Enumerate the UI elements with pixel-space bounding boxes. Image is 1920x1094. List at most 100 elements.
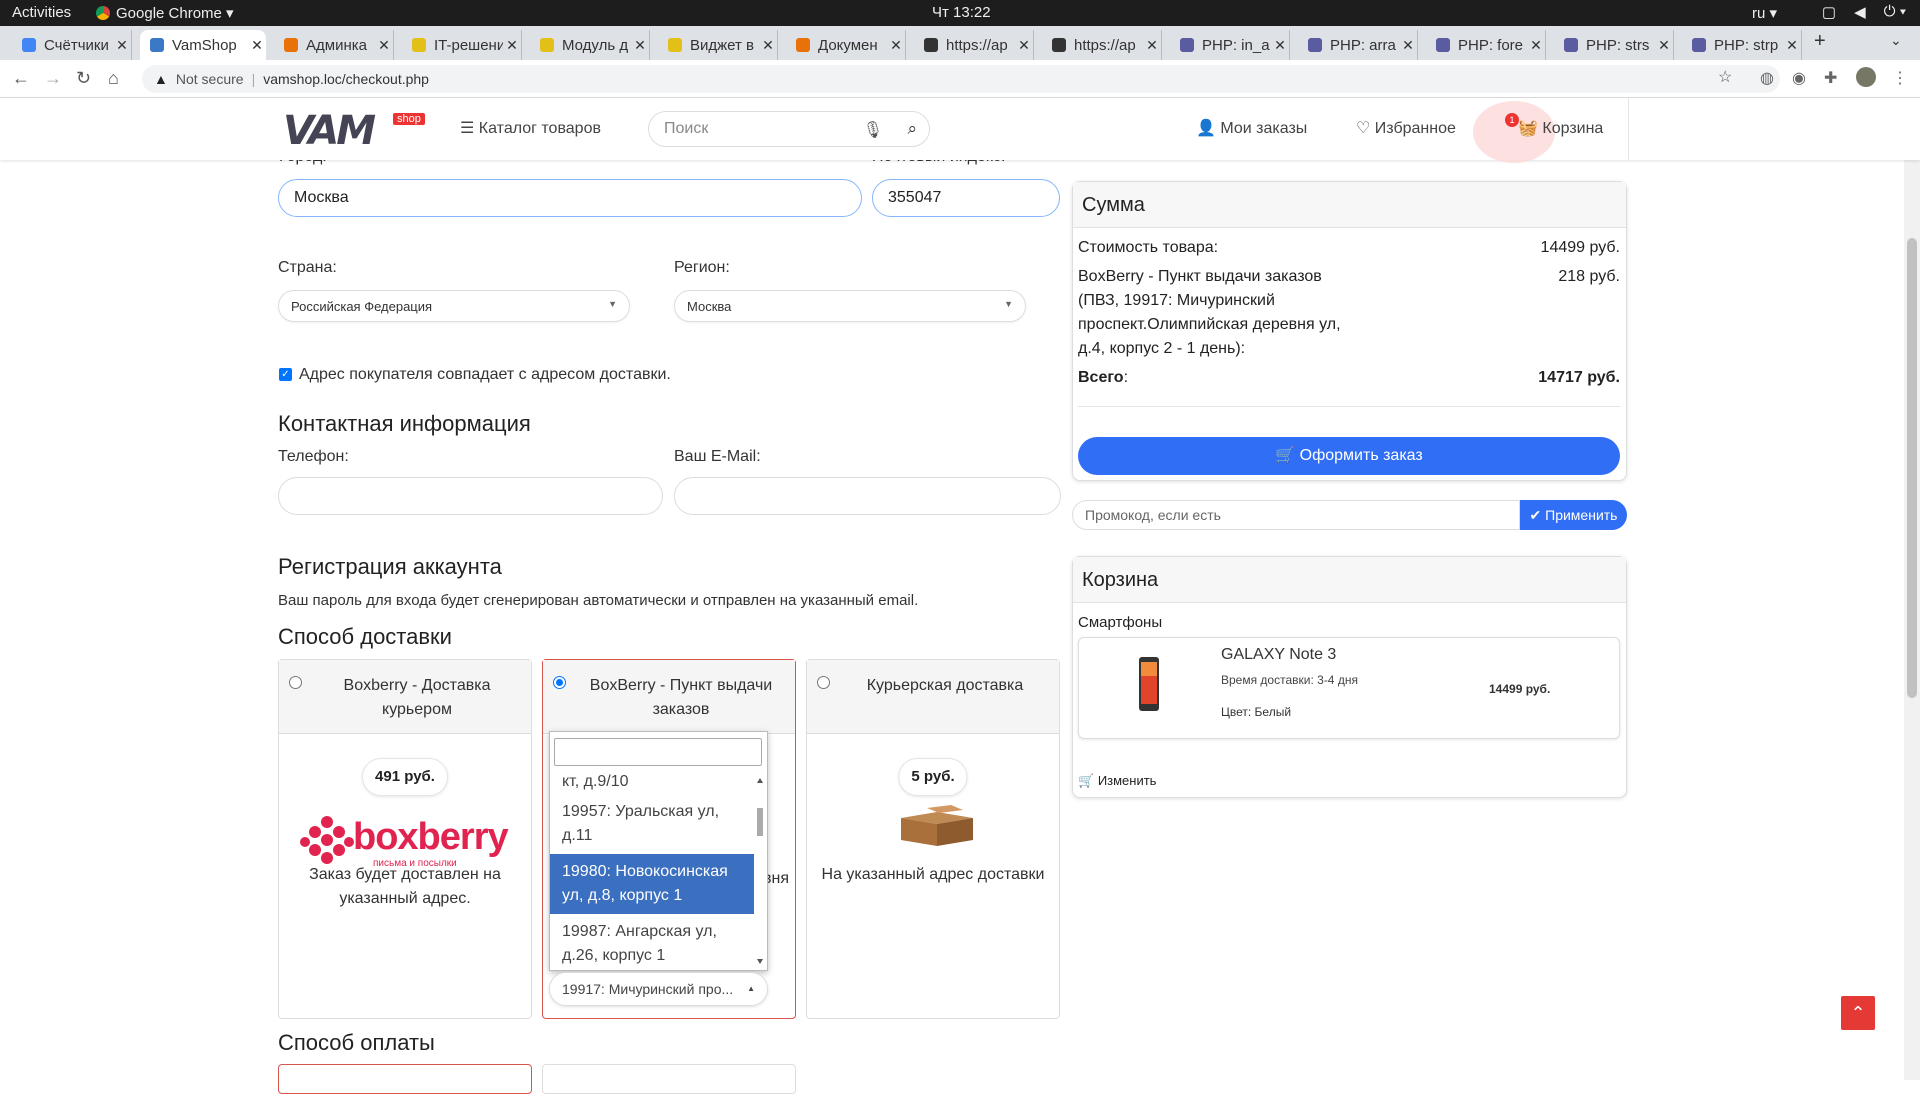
delivery-title: Способ доставки xyxy=(278,624,452,649)
tab-close-icon[interactable]: ✕ xyxy=(1015,37,1033,54)
tab[interactable]: https://ap ✕ xyxy=(1042,30,1162,60)
tab-close-icon[interactable]: ✕ xyxy=(1143,37,1161,54)
logo-text: VAM xyxy=(283,108,376,154)
tab[interactable]: PHP: arra ✕ xyxy=(1298,30,1418,60)
tab-strip: Счётчики✕ VamShop✕ Админка✕ IT-решения✕ Моду… xyxy=(0,26,1920,60)
delivery-option-title: BoxBerry - Пункт выдачи заказов xyxy=(589,677,773,718)
promo-code-input[interactable]: Промокод, если есть xyxy=(1072,500,1520,530)
scrollbar-thumb[interactable] xyxy=(1907,238,1917,698)
site-header: VAM shop ☰ Каталог товаров Поиск 🎙 ⌕ 👤 М… xyxy=(0,98,1920,163)
tab[interactable]: Админка ✕ xyxy=(274,30,394,60)
tab[interactable]: IT-решения✕ xyxy=(402,30,522,60)
scroll-to-top-button[interactable]: ⌃ xyxy=(1841,996,1875,1030)
tab-close-icon[interactable]: ✕ xyxy=(1783,37,1801,54)
tab[interactable]: Счётчики ✕ xyxy=(12,30,132,60)
tab-close-icon[interactable]: ✕ xyxy=(1655,37,1673,54)
user-icon: 👤 xyxy=(1196,120,1216,137)
tab[interactable]: https://ap ✕ xyxy=(914,30,1034,60)
my-orders-link[interactable]: 👤 Мои заказы xyxy=(1196,118,1307,138)
zip-field[interactable]: 355047 xyxy=(872,179,1060,217)
tab-close-icon[interactable]: ✕ xyxy=(1527,37,1545,54)
catalog-button[interactable]: ☰ Каталог товаров xyxy=(460,118,601,138)
phone-field[interactable] xyxy=(278,477,663,515)
app-menu[interactable]: Google Chrome ▾ xyxy=(96,4,234,22)
site-logo[interactable]: VAM shop xyxy=(283,108,433,154)
tab-search-icon[interactable]: ⌄ xyxy=(1890,32,1902,49)
address-bar[interactable]: ▲ Not secure | vamshop.loc/checkout.php xyxy=(142,65,1780,93)
email-field[interactable] xyxy=(674,477,1061,515)
tab-close-icon[interactable]: ✕ xyxy=(631,37,649,54)
search-icon[interactable]: ⌕ xyxy=(907,119,917,139)
microphone-icon[interactable]: 🎙 xyxy=(863,120,883,140)
shipping-label: BoxBerry - Пункт выдачи заказов (ПВЗ, 19… xyxy=(1078,268,1341,357)
tab-favicon-icon xyxy=(1436,38,1450,52)
delivery-radio[interactable] xyxy=(817,676,830,689)
same-address-checkbox[interactable]: ✓ xyxy=(279,368,292,381)
tab-close-icon[interactable]: ✕ xyxy=(248,37,266,54)
place-order-button[interactable]: 🛒 Оформить заказ xyxy=(1078,437,1620,475)
delivery-option-courier[interactable]: Курьерская доставка 5 руб. На указанный … xyxy=(806,659,1060,1019)
tab[interactable]: Виджет в ✕ xyxy=(658,30,778,60)
dropdown-option-highlighted[interactable]: 19980: Новокосинская ул, д.8, корпус 1 xyxy=(550,854,754,914)
tab[interactable]: PHP: strs ✕ xyxy=(1554,30,1674,60)
system-tray[interactable]: ▢ ◀ ⏻ ▾ xyxy=(1822,3,1906,21)
profile-avatar[interactable] xyxy=(1856,67,1876,87)
bookmark-star-icon[interactable]: ☆ xyxy=(1718,67,1732,87)
tab[interactable]: PHP: fore ✕ xyxy=(1426,30,1546,60)
activities-button[interactable]: Activities xyxy=(12,4,71,21)
tab[interactable]: PHP: in_a ✕ xyxy=(1170,30,1290,60)
back-icon[interactable]: ← xyxy=(12,68,30,89)
region-label: Регион: xyxy=(674,259,730,276)
search-input[interactable]: Поиск 🎙 ⌕ xyxy=(648,111,930,147)
total-label: Всего: xyxy=(1078,369,1129,386)
power-icon: ⏻ ▾ xyxy=(1883,3,1906,20)
delivery-radio[interactable] xyxy=(289,676,302,689)
city-field[interactable]: Москва xyxy=(278,179,862,217)
product-name[interactable]: GALAXY Note 3 xyxy=(1221,646,1336,664)
dropdown-search-input[interactable] xyxy=(554,738,762,766)
tab-close-icon[interactable]: ✕ xyxy=(759,37,777,54)
dropdown-option[interactable]: 19957: Уральская ул, д.11 xyxy=(550,794,754,854)
tab-close-icon[interactable]: ✕ xyxy=(113,37,131,54)
dropdown-option[interactable]: 19987: Ангарская ул, д.26, корпус 1 xyxy=(550,914,754,974)
payment-option[interactable] xyxy=(542,1064,796,1094)
tab[interactable]: Докумен ✕ xyxy=(786,30,906,60)
tab[interactable]: Модуль д ✕ xyxy=(530,30,650,60)
delivery-option-title: Курьерская доставка xyxy=(866,677,1024,694)
region-select[interactable]: Москва ▼ xyxy=(674,290,1026,322)
clock[interactable]: Чт 13:22 xyxy=(932,4,991,21)
tab-close-icon[interactable]: ✕ xyxy=(887,37,905,54)
delivery-radio-selected[interactable] xyxy=(553,676,566,689)
tab-close-icon[interactable]: ✕ xyxy=(503,37,521,54)
tab-close-icon[interactable]: ✕ xyxy=(1399,37,1417,54)
forward-icon[interactable]: → xyxy=(44,68,62,89)
camera-icon[interactable]: ◉ xyxy=(1792,68,1806,88)
cart-link[interactable]: 🧺 Корзина xyxy=(1518,118,1603,138)
dropdown-option[interactable]: кт, д.9/10 xyxy=(550,770,754,794)
menu-icon[interactable]: ⋮ xyxy=(1892,68,1908,88)
new-tab-button[interactable]: + xyxy=(1814,30,1826,53)
divider: | xyxy=(251,71,256,87)
reload-icon[interactable]: ↻ xyxy=(76,68,91,89)
pickup-point-dropdown[interactable]: кт, д.9/10 19957: Уральская ул, д.11 199… xyxy=(549,731,768,971)
divider xyxy=(1628,98,1629,160)
delivery-option-courier-boxberry[interactable]: Boxberry - Доставка курьером 491 руб. bo… xyxy=(278,659,532,1019)
payment-option[interactable] xyxy=(278,1064,532,1094)
summary-title: Сумма xyxy=(1073,182,1626,228)
volume-icon: ◀ xyxy=(1854,4,1866,21)
favorites-link[interactable]: ♡ Избранное xyxy=(1356,118,1456,138)
country-select[interactable]: Российская Федерация ▼ xyxy=(278,290,630,322)
pickup-point-select[interactable]: 19917: Мичуринский про... ▲ xyxy=(549,972,768,1006)
page-scrollbar[interactable] xyxy=(1904,98,1920,1080)
apply-promo-button[interactable]: ✔ Применить xyxy=(1520,500,1627,530)
tab-close-icon[interactable]: ✕ xyxy=(1271,37,1289,54)
tab-close-icon[interactable]: ✕ xyxy=(375,37,393,54)
home-icon[interactable]: ⌂ xyxy=(108,68,119,89)
tab-active[interactable]: VamShop ✕ xyxy=(140,30,266,60)
language-indicator[interactable]: ru ▾ xyxy=(1752,4,1777,22)
edit-cart-link[interactable]: 🛒 Изменить xyxy=(1078,769,1156,793)
globe-icon[interactable]: ◍ xyxy=(1760,68,1774,88)
extensions-icon[interactable]: ✚ xyxy=(1824,68,1837,88)
dropdown-scrollbar[interactable] xyxy=(755,774,765,970)
tab[interactable]: PHP: strp ✕ xyxy=(1682,30,1802,60)
